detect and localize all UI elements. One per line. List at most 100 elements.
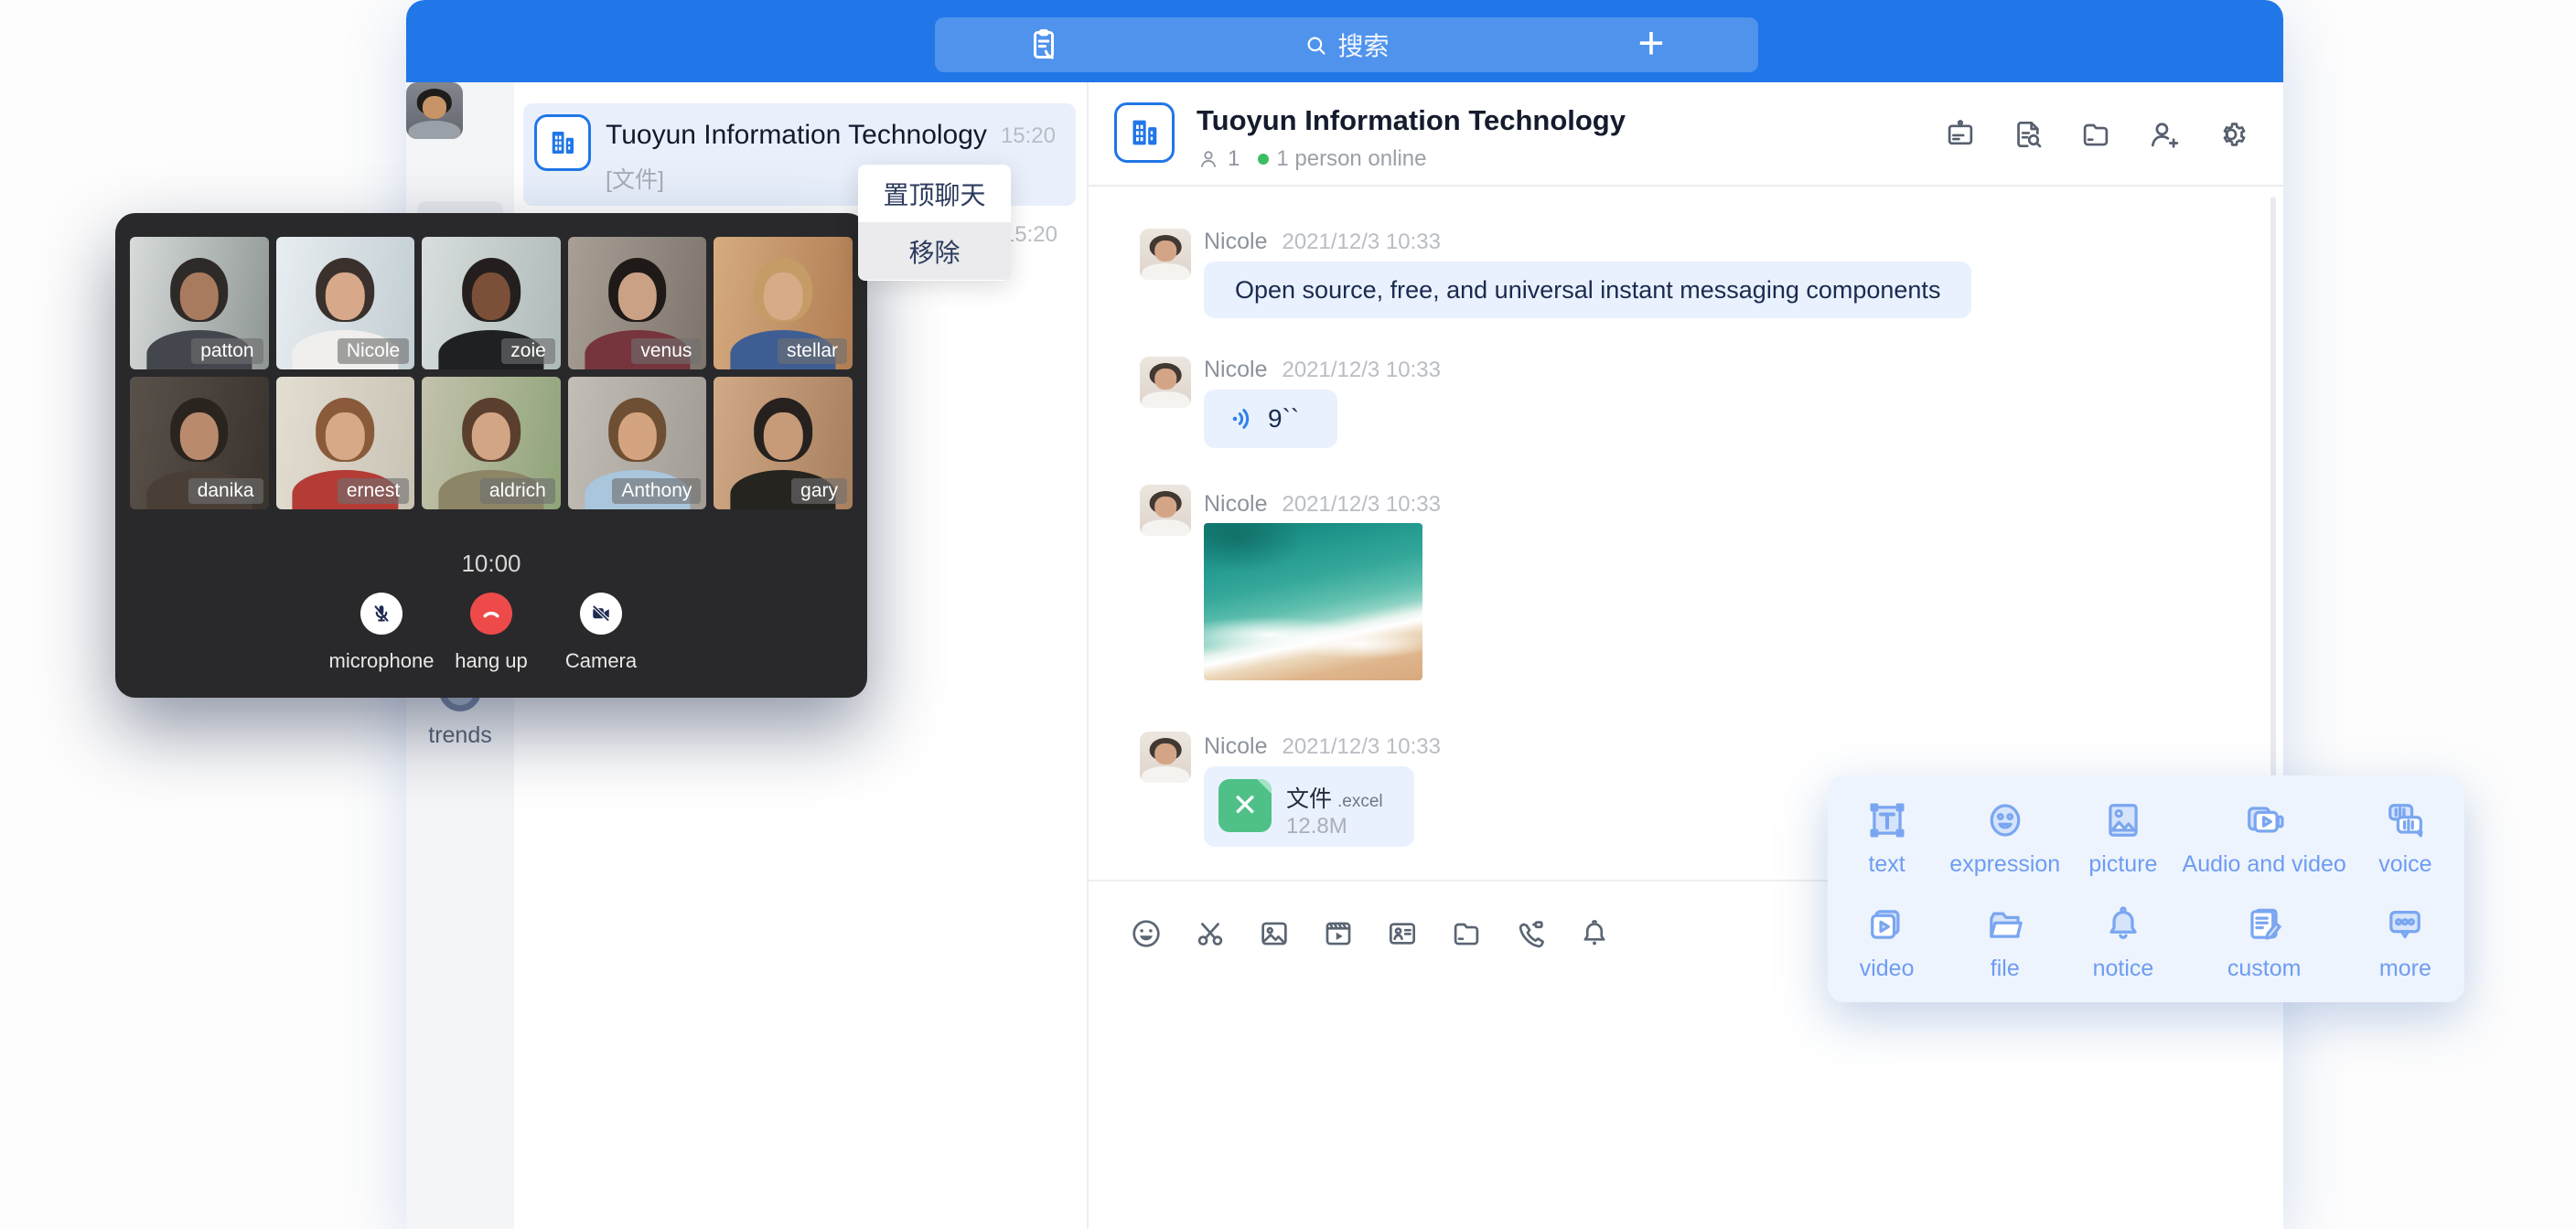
emoji-icon[interactable] — [1129, 916, 1164, 951]
voice-duration: 9`` — [1268, 404, 1299, 433]
popup-item-video[interactable]: video — [1828, 889, 1946, 993]
camera-label: Camera — [565, 649, 637, 673]
participant-name: Nicole — [338, 338, 409, 364]
file-message-bubble[interactable]: ✕ 文件.excel 12.8M — [1204, 766, 1414, 847]
messages-scrollbar[interactable] — [2270, 197, 2276, 864]
sender-avatar[interactable] — [1140, 229, 1191, 280]
participant-tile: patton — [130, 237, 269, 369]
popup-item-picture[interactable]: picture — [2064, 785, 2182, 889]
building-icon — [546, 126, 579, 159]
chat-title: Tuoyun Information Technology — [1197, 104, 1626, 137]
message-meta: Nicole2021/12/3 10:33 — [1204, 357, 1441, 383]
popup-item-audio-and-video[interactable]: Audio and video — [2183, 785, 2346, 889]
popup-item-voice[interactable]: voice — [2346, 785, 2464, 889]
participant-tile: gary — [714, 377, 853, 509]
conversation-last-message: [文件] — [606, 162, 664, 195]
more-icon — [2381, 901, 2429, 948]
message-type-popup: text expression picture — [1828, 775, 2464, 1002]
participant-tile: Anthony — [568, 377, 707, 509]
message-time: 2021/12/3 10:33 — [1282, 734, 1441, 759]
group-call-window[interactable]: patton Nicole zoie venus stellar danika … — [115, 213, 867, 698]
participant-tile: aldrich — [422, 377, 561, 509]
chat-record-search-icon[interactable] — [2011, 117, 2045, 152]
participant-tile: Nicole — [276, 237, 415, 369]
screen: 搜索 + trends — [0, 0, 2576, 1229]
camera-off-icon — [580, 593, 622, 635]
chat-area: Tuoyun Information Technology 1 1 person… — [1087, 82, 2283, 1229]
text-message-bubble: Open source, free, and universal instant… — [1204, 262, 1971, 318]
conversation-context-menu: 置顶聊天 移除 — [858, 165, 1011, 281]
building-icon — [1126, 114, 1163, 151]
popup-item-notice[interactable]: notice — [2064, 889, 2182, 993]
hang-up-button[interactable]: hang up — [436, 593, 546, 673]
screenshot-icon[interactable] — [1193, 916, 1228, 951]
call-timer: 10:00 — [115, 550, 867, 578]
my-avatar[interactable] — [406, 82, 463, 139]
folder-icon[interactable] — [1449, 916, 1484, 951]
settings-icon[interactable] — [2214, 117, 2249, 152]
hang-up-icon — [470, 593, 512, 635]
participant-name: patton — [191, 338, 263, 364]
participant-name: gary — [791, 478, 847, 504]
sender-avatar[interactable] — [1140, 485, 1191, 536]
participant-name: zoie — [501, 338, 555, 364]
menu-item-pin-chat[interactable]: 置顶聊天 — [858, 165, 1011, 222]
participant-tile: venus — [568, 237, 707, 369]
popup-item-custom[interactable]: custom — [2183, 889, 2346, 993]
add-member-icon[interactable] — [2146, 117, 2181, 152]
voice-wave-icon — [1228, 404, 1257, 433]
members-icon — [1197, 147, 1220, 171]
contact-card-icon[interactable] — [1385, 916, 1420, 951]
audio-and-video-icon — [2240, 796, 2288, 844]
participant-tile: stellar — [714, 237, 853, 369]
call-controls: microphone hang up — [115, 593, 867, 673]
online-dot — [1258, 154, 1269, 165]
chat-header-actions — [1943, 117, 2249, 152]
trends-label: trends — [406, 722, 514, 749]
voice-icon — [2381, 796, 2429, 844]
microphone-button[interactable]: microphone — [327, 593, 436, 673]
sender-avatar[interactable] — [1140, 357, 1191, 408]
message-meta: Nicole2021/12/3 10:33 — [1204, 491, 1441, 518]
image-message-beach-photo[interactable] — [1204, 523, 1422, 680]
add-button[interactable]: + — [1628, 16, 1674, 70]
chat-header: Tuoyun Information Technology 1 1 person… — [1089, 82, 2283, 187]
file-extension: .excel — [1337, 792, 1383, 811]
participant-tile: danika — [130, 377, 269, 509]
popup-item-expression[interactable]: expression — [1946, 785, 2064, 889]
popup-item-more[interactable]: more — [2346, 889, 2464, 993]
notice-icon[interactable] — [1577, 916, 1612, 951]
file-icon[interactable] — [2078, 117, 2113, 152]
search-bar[interactable]: 搜索 + — [935, 17, 1758, 72]
participant-tile: ernest — [276, 377, 415, 509]
online-status: 1 person online — [1276, 146, 1426, 172]
announcement-icon[interactable] — [1943, 117, 1978, 152]
custom-message-icon — [2240, 901, 2288, 948]
image-icon[interactable] — [1257, 916, 1292, 951]
camera-button[interactable]: Camera — [546, 593, 656, 673]
member-count: 1 — [1228, 146, 1240, 172]
participant-name: venus — [631, 338, 701, 364]
file-folder-icon — [1981, 901, 2029, 948]
participant-name: ernest — [338, 478, 409, 504]
participant-tile: zoie — [422, 237, 561, 369]
popup-item-file[interactable]: file — [1946, 889, 2064, 993]
sender-name: Nicole — [1204, 229, 1267, 254]
group-avatar — [1114, 102, 1175, 163]
excel-file-icon: ✕ — [1218, 779, 1272, 832]
menu-item-remove[interactable]: 移除 — [858, 222, 1011, 280]
video-icon[interactable] — [1321, 916, 1356, 951]
voice-message-bubble[interactable]: 9`` — [1204, 390, 1337, 448]
sender-name: Nicole — [1204, 491, 1267, 517]
video-call-icon[interactable] — [1513, 916, 1548, 951]
microphone-muted-icon — [360, 593, 402, 635]
participant-grid: patton Nicole zoie venus stellar danika … — [130, 237, 853, 509]
message-time: 2021/12/3 10:33 — [1282, 230, 1441, 254]
text-icon — [1863, 796, 1911, 844]
conversation-title: Tuoyun Information Technology — [606, 120, 987, 151]
expression-icon — [1981, 796, 2029, 844]
sender-avatar[interactable] — [1140, 732, 1191, 783]
participant-name: stellar — [778, 338, 847, 364]
file-size: 12.8M — [1286, 814, 1347, 839]
popup-item-text[interactable]: text — [1828, 785, 1946, 889]
